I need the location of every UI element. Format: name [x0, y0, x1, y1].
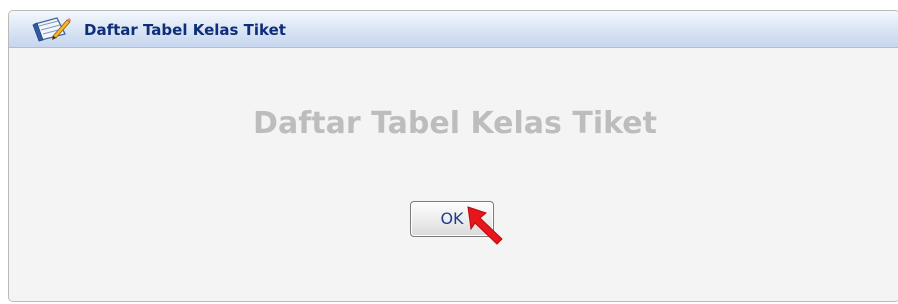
dialog-window: Daftar Tabel Kelas Tiket Daftar Tabel Ke… [8, 10, 898, 302]
dialog-body: Daftar Tabel Kelas Tiket OK [9, 48, 898, 301]
red-arrow-cursor-icon [466, 205, 508, 247]
notepad-pencil-icon [31, 16, 71, 42]
dialog-heading: Daftar Tabel Kelas Tiket [253, 106, 657, 141]
dialog-title: Daftar Tabel Kelas Tiket [84, 21, 286, 39]
dialog-titlebar[interactable]: Daftar Tabel Kelas Tiket [9, 11, 898, 48]
